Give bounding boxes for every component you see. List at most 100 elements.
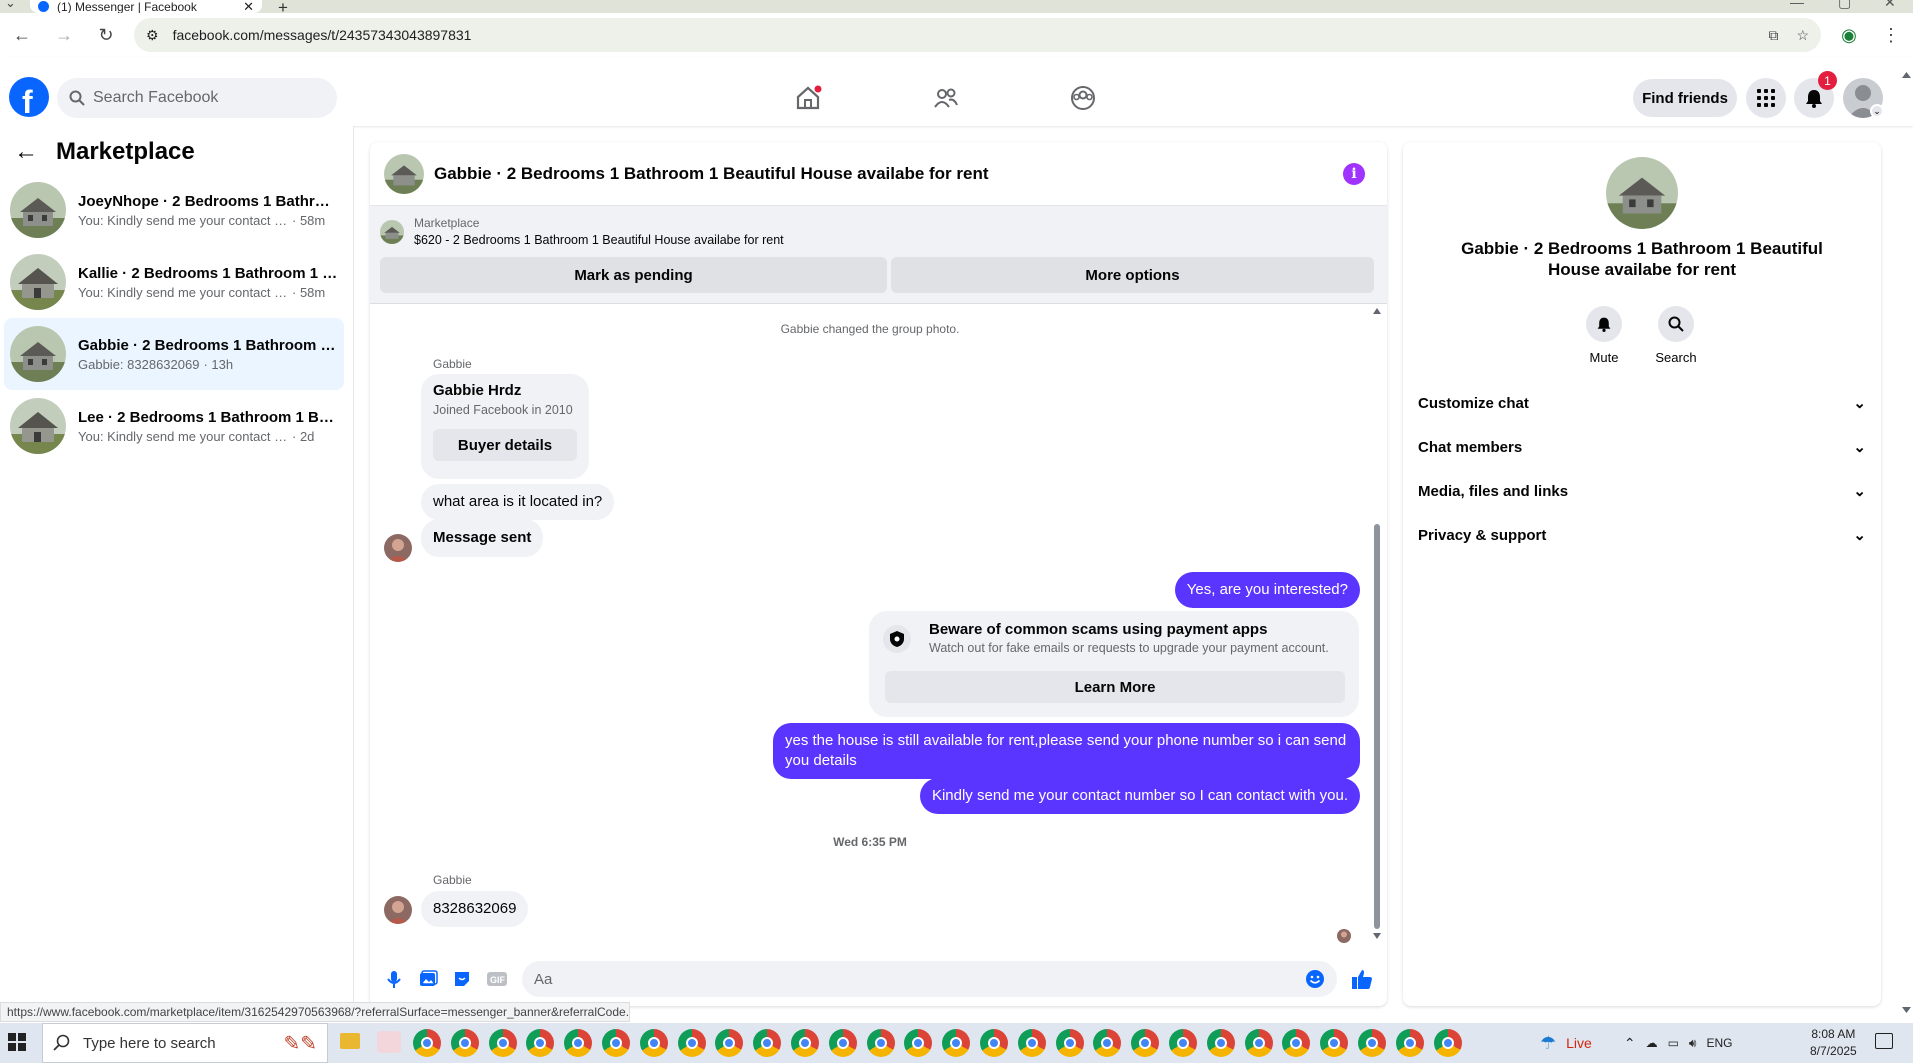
message-input[interactable]: Aa <box>522 961 1337 997</box>
volume-icon[interactable]: 🔊︎ <box>1689 1036 1697 1051</box>
chrome-window-icon[interactable] <box>677 1029 706 1057</box>
learn-more-button[interactable]: Learn More <box>885 671 1345 703</box>
mark-as-pending-button[interactable]: Mark as pending <box>380 257 887 293</box>
chrome-window-icon[interactable] <box>1358 1029 1386 1057</box>
minimize-icon[interactable]: — <box>1790 0 1804 10</box>
incoming-message[interactable]: 8328632069 <box>421 891 529 927</box>
chrome-window-icon[interactable] <box>1055 1029 1084 1057</box>
reload-icon[interactable]: ↻ <box>92 21 120 49</box>
conversation-info-icon[interactable]: i <box>1343 163 1365 185</box>
page-scrollbar[interactable] <box>1900 70 1913 1015</box>
sender-avatar[interactable] <box>384 896 412 924</box>
taskbar-clock[interactable]: 8:08 AM 8/7/2025 <box>1810 1026 1857 1060</box>
privacy-support-row[interactable]: Privacy & support ⌄ <box>1418 515 1866 555</box>
tab-search-icon[interactable]: ⌄ <box>5 0 16 11</box>
onedrive-icon[interactable]: ☁ <box>1646 1036 1658 1050</box>
chrome-window-icon[interactable] <box>564 1029 593 1057</box>
outgoing-message[interactable]: Yes, are you interested? <box>1174 572 1360 608</box>
chrome-window-icon[interactable] <box>1433 1029 1462 1057</box>
menu-grid-icon[interactable] <box>1746 78 1786 118</box>
chat-members-row[interactable]: Chat members ⌄ <box>1418 427 1866 467</box>
outgoing-message[interactable]: Kindly send me your contact number so I … <box>919 778 1360 814</box>
browser-tab[interactable]: (1) Messenger | Facebook ✕ <box>30 0 262 13</box>
search-facebook-input[interactable]: Search Facebook <box>57 78 337 118</box>
chrome-window-icon[interactable] <box>1206 1029 1235 1057</box>
install-app-icon[interactable]: ⧉ <box>1768 27 1778 44</box>
chrome-window-icon[interactable] <box>1169 1029 1197 1057</box>
microphone-icon[interactable] <box>384 969 404 989</box>
listing-info[interactable]: Marketplace $620 - 2 Bedrooms 1 Bathroom… <box>380 216 784 247</box>
emoji-icon[interactable] <box>1305 969 1325 989</box>
facebook-logo-icon[interactable]: f <box>9 77 49 117</box>
conversation-name: Lee · 2 Bedrooms 1 Bathroom 1 Beautiful … <box>78 408 338 426</box>
back-icon[interactable]: ← <box>8 21 36 49</box>
thumbs-up-icon[interactable] <box>1351 968 1373 990</box>
chat-title[interactable]: Gabbie · 2 Bedrooms 1 Bathroom 1 Beautif… <box>434 164 989 184</box>
address-bar[interactable]: ⚙ facebook.com/messages/t/24357343043897… <box>134 18 1821 52</box>
media-files-links-row[interactable]: Media, files and links ⌄ <box>1418 471 1866 511</box>
conversation-name: Gabbie · 2 Bedrooms 1 Bathroom 1 Beautif… <box>78 336 338 354</box>
incoming-message[interactable]: what area is it located in? <box>421 484 615 520</box>
incoming-message[interactable]: Message sent <box>421 519 544 557</box>
conversation-item-selected[interactable]: Gabbie · 2 Bedrooms 1 Bathroom 1 Beautif… <box>4 318 344 390</box>
chrome-window-icon[interactable] <box>1320 1029 1349 1057</box>
timestamp: Wed 6:35 PM <box>833 835 907 849</box>
bookmark-star-icon[interactable]: ☆ <box>1796 27 1809 44</box>
chrome-window-icon[interactable] <box>791 1029 819 1057</box>
find-friends-button[interactable]: Find friends <box>1633 79 1737 117</box>
maximize-icon[interactable]: ▢ <box>1838 0 1851 11</box>
chrome-window-icon[interactable] <box>602 1029 630 1057</box>
home-icon[interactable] <box>790 80 826 116</box>
conversation-time: · 58m <box>292 212 326 228</box>
network-icon[interactable]: ▭ <box>1668 1036 1679 1050</box>
mute-button[interactable]: Mute <box>1574 306 1634 365</box>
chat-scrollbar[interactable] <box>1373 306 1381 941</box>
chat-avatar[interactable] <box>384 153 424 194</box>
notification-center-icon[interactable] <box>1875 1033 1893 1049</box>
chrome-window-icon[interactable] <box>450 1029 479 1057</box>
chrome-window-icon[interactable] <box>753 1029 782 1057</box>
weather-icon[interactable]: ☂ <box>1540 1033 1556 1054</box>
language-label[interactable]: ENG <box>1706 1036 1732 1050</box>
close-tab-icon[interactable]: ✕ <box>243 0 254 13</box>
conversation-item[interactable]: Kallie · 2 Bedrooms 1 Bathroom 1 Beautif… <box>4 246 344 318</box>
chrome-window-icon[interactable] <box>1244 1029 1273 1057</box>
sender-avatar[interactable] <box>384 534 412 562</box>
conversation-photo[interactable] <box>1606 157 1678 229</box>
gif-icon[interactable]: GIF <box>486 969 508 989</box>
conversation-item[interactable]: JoeyNhope · 2 Bedrooms 1 Bathroom 1 Beau… <box>4 174 344 246</box>
account-chevron-icon[interactable]: ⌄ <box>1870 104 1884 118</box>
site-info-icon[interactable]: ⚙ <box>146 27 159 44</box>
chrome-window-icon[interactable] <box>413 1029 441 1057</box>
profile-icon[interactable]: ◉ <box>1835 21 1863 49</box>
taskbar-search-input[interactable]: Type here to search ✎✎ <box>42 1023 328 1063</box>
chevron-up-icon[interactable]: ⌃ <box>1624 1035 1636 1052</box>
outgoing-message[interactable]: yes the house is still available for ren… <box>773 723 1360 779</box>
file-explorer-icon[interactable] <box>340 1033 360 1049</box>
customize-chat-row[interactable]: Customize chat ⌄ <box>1418 383 1866 423</box>
chrome-window-icon[interactable] <box>828 1029 857 1057</box>
app-icon[interactable] <box>377 1031 401 1053</box>
sticker-icon[interactable] <box>452 969 472 989</box>
chrome-window-icon[interactable] <box>980 1029 1008 1057</box>
chrome-window-icon[interactable] <box>1395 1029 1424 1057</box>
more-options-button[interactable]: More options <box>891 257 1374 293</box>
chrome-window-icon[interactable] <box>866 1029 895 1057</box>
photo-icon[interactable] <box>418 969 438 989</box>
chrome-window-icon[interactable] <box>942 1029 971 1057</box>
search-conversation-button[interactable]: Search <box>1646 306 1706 365</box>
menu-icon[interactable]: ⋮ <box>1877 21 1905 49</box>
friends-icon[interactable] <box>928 80 964 116</box>
conversation-item[interactable]: Lee · 2 Bedrooms 1 Bathroom 1 Beautiful … <box>4 390 344 462</box>
windows-start-icon[interactable] <box>8 1033 26 1051</box>
message-composer: GIF Aa <box>370 955 1387 1003</box>
back-arrow-icon[interactable]: ← <box>14 138 38 166</box>
chrome-window-icon[interactable] <box>1017 1029 1046 1057</box>
chrome-window-icon[interactable] <box>488 1029 517 1057</box>
close-window-icon[interactable]: ✕ <box>1884 0 1896 11</box>
chrome-window-icon[interactable] <box>1131 1029 1160 1057</box>
buyer-details-button[interactable]: Buyer details <box>433 429 577 461</box>
groups-icon[interactable] <box>1065 80 1101 116</box>
forward-icon[interactable]: → <box>50 21 78 49</box>
chrome-window-icon[interactable] <box>639 1029 668 1057</box>
